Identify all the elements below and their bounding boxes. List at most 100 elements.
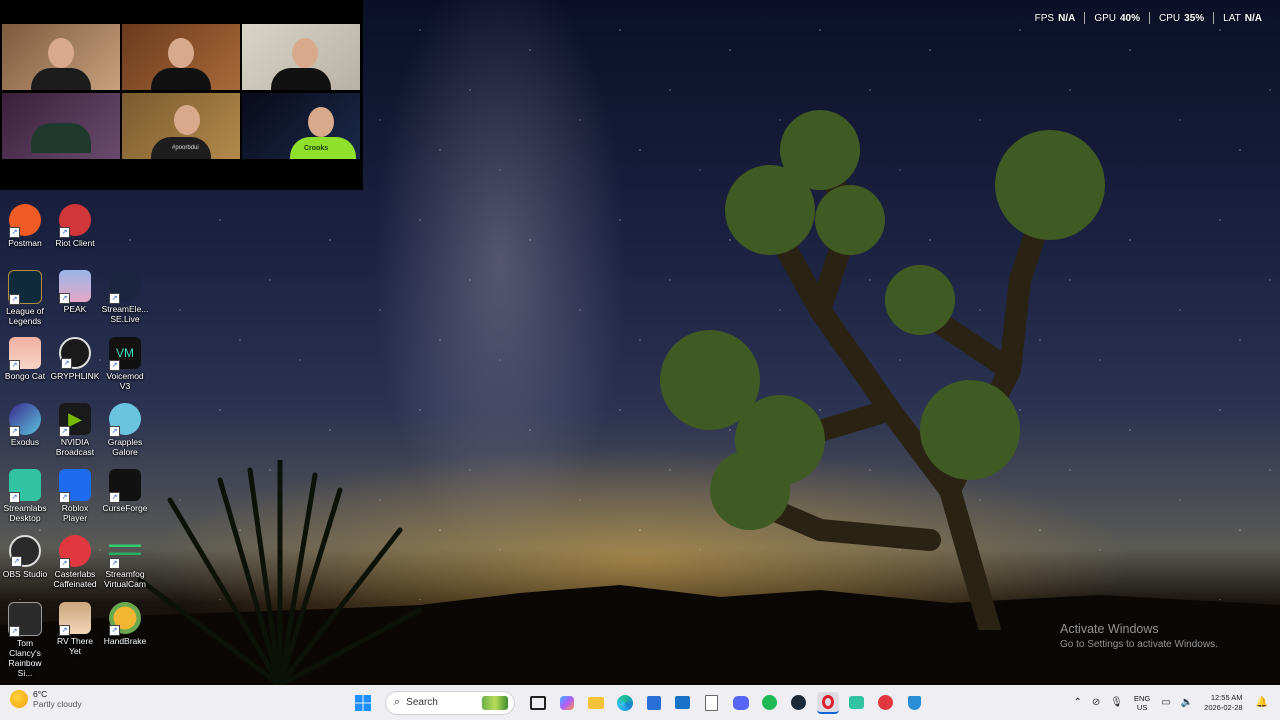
cpu-label: CPU bbox=[1159, 12, 1181, 24]
desktop-icon-label: StreamEle... SE.Live bbox=[101, 304, 149, 324]
lat-value: N/A bbox=[1244, 12, 1262, 24]
webcam-feed bbox=[122, 24, 240, 90]
performance-overlay: FPS N/A GPU 40% CPU 35% LAT N/A bbox=[1035, 12, 1262, 24]
voicemod-icon: VM ↗ bbox=[109, 337, 141, 371]
store-icon bbox=[646, 695, 661, 710]
desktop-icon-handbrake[interactable]: ↗ HandBrake bbox=[100, 602, 150, 646]
desktop-icon-label: PEAK bbox=[63, 304, 87, 314]
shirt-text: Crooks bbox=[304, 145, 329, 152]
gryphlink-icon: ↗ bbox=[59, 337, 91, 369]
webcam-feed: #poorbdui bbox=[122, 93, 240, 159]
system-tray: ⌃ ⊘ 🎙 ENG US ▭ 🔈 12:55 AM 2026-02-28 🔔 bbox=[1069, 685, 1280, 720]
desktop-icon-roblox[interactable]: ↗ Roblox Player bbox=[50, 469, 100, 523]
activate-windows-watermark: Activate Windows Go to Settings to activ… bbox=[1060, 622, 1218, 650]
joshua-tree bbox=[660, 110, 1105, 630]
desktop-icon-nvidia-broadcast[interactable]: ▶ ↗ NVIDIA Broadcast bbox=[50, 403, 100, 457]
desktop-icon-label: Streamfog VirtualCam bbox=[104, 569, 146, 589]
clock-time: 12:55 AM bbox=[1210, 692, 1243, 702]
notification-bell-icon[interactable]: 🔔 bbox=[1256, 697, 1268, 708]
file-explorer-button[interactable] bbox=[585, 692, 607, 714]
display-icon[interactable]: ▭ bbox=[1161, 697, 1170, 708]
opera-button[interactable] bbox=[816, 691, 839, 714]
show-hidden-icons-chevron-icon[interactable]: ⌃ bbox=[1074, 697, 1082, 708]
desktop-icon-label: Exodus bbox=[10, 437, 40, 447]
desktop-icon-voicemod[interactable]: VM ↗ Voicemod V3 bbox=[100, 337, 150, 391]
desktop-icon-peak[interactable]: ↗ PEAK bbox=[50, 270, 100, 314]
desktop-icon-label: CurseForge bbox=[102, 503, 148, 513]
desktop-icon-label: HandBrake bbox=[103, 636, 147, 646]
desktop-icon-grapples-galore[interactable]: ↗ Grapples Galore bbox=[100, 403, 150, 457]
desktop-icon-label: Voicemod V3 bbox=[106, 371, 144, 391]
vpn-button[interactable] bbox=[904, 692, 926, 714]
yucca-plant bbox=[137, 460, 423, 685]
discord-button[interactable] bbox=[730, 692, 752, 714]
windows-logo-icon bbox=[354, 694, 371, 711]
taskbar-apps: ⌕ Search bbox=[348, 689, 929, 716]
shirt-text: #poorbdui bbox=[172, 145, 199, 151]
desktop-icon-curseforge[interactable]: ↗ CurseForge bbox=[100, 469, 150, 513]
microphone-icon[interactable]: 🎙 bbox=[1110, 697, 1123, 708]
language-code: ENG bbox=[1134, 693, 1151, 703]
roblox-icon: ↗ bbox=[59, 469, 91, 503]
grapples-galore-icon: ↗ bbox=[109, 403, 141, 437]
postman-icon: ↗ bbox=[9, 204, 41, 238]
taskbar-search[interactable]: ⌕ Search bbox=[385, 690, 515, 715]
webcam-feed bbox=[2, 93, 120, 159]
search-icon: ⌕ bbox=[394, 696, 401, 708]
outlook-icon bbox=[675, 696, 690, 709]
desktop-icon-label: Postman bbox=[8, 238, 42, 248]
clock[interactable]: 12:55 AM 2026-02-28 bbox=[1204, 693, 1242, 713]
desktop-icon-label: RV There Yet bbox=[56, 636, 94, 656]
clock-date: 2026-02-28 bbox=[1204, 702, 1243, 712]
nvidia-broadcast-icon: ▶ ↗ bbox=[59, 403, 91, 437]
input-language-indicator[interactable]: ENG US bbox=[1134, 694, 1150, 712]
taskbar: 6°C Partly cloudy ⌕ Search ⌃ ⊘ 🎙 ENG US … bbox=[0, 685, 1280, 720]
gpu-value: 40% bbox=[1120, 12, 1141, 24]
edge-button[interactable] bbox=[614, 692, 636, 714]
spotify-icon bbox=[762, 695, 777, 710]
shield-icon bbox=[908, 695, 921, 710]
outlook-button[interactable] bbox=[672, 692, 694, 714]
desktop-icon-rainbow-six[interactable]: ↗ Tom Clancy's Rainbow Si... bbox=[0, 602, 50, 678]
desktop-icon-label: Tom Clancy's Rainbow Si... bbox=[8, 638, 42, 678]
copilot-button[interactable] bbox=[556, 692, 578, 714]
steam-button[interactable] bbox=[788, 692, 810, 714]
desktop-icon-label: League of Legends bbox=[6, 306, 44, 326]
search-highlight-icon bbox=[482, 695, 508, 710]
casterlabs-button[interactable] bbox=[875, 692, 897, 714]
casterlabs-icon bbox=[878, 695, 893, 710]
desktop-icon-gryphlink[interactable]: ↗ GRYPHLINK bbox=[50, 337, 100, 381]
desktop-icon-obs-studio[interactable]: ↗ OBS Studio bbox=[0, 535, 50, 579]
desktop-icon-label: Riot Client bbox=[55, 238, 95, 248]
start-button[interactable] bbox=[352, 692, 374, 714]
desktop-icon-rv-there-yet[interactable]: ↗ RV There Yet bbox=[50, 602, 100, 656]
edge-icon bbox=[616, 694, 633, 711]
store-button[interactable] bbox=[643, 692, 665, 714]
task-view-button[interactable] bbox=[527, 692, 549, 714]
opera-icon bbox=[821, 694, 834, 709]
folder-icon bbox=[587, 696, 604, 709]
desktop-icon-streamelements[interactable]: ↗ StreamEle... SE.Live bbox=[100, 270, 150, 324]
streamlabs-icon: ↗ bbox=[9, 469, 41, 503]
spotify-button[interactable] bbox=[759, 692, 781, 714]
notepad-button[interactable] bbox=[701, 692, 723, 714]
streamelements-icon: ↗ bbox=[109, 270, 141, 304]
riot-client-icon: ↗ bbox=[59, 204, 91, 238]
volume-icon[interactable]: 🔈 bbox=[1181, 697, 1193, 708]
gpu-label: GPU bbox=[1094, 12, 1116, 24]
desktop-icon-exodus[interactable]: ↗ Exodus bbox=[0, 403, 50, 447]
curseforge-icon: ↗ bbox=[109, 469, 141, 503]
fps-value: N/A bbox=[1058, 12, 1076, 24]
streamlabs-button[interactable] bbox=[846, 692, 868, 714]
desktop-icon-casterlabs[interactable]: ↗ Casterlabs Caffeinated bbox=[50, 535, 100, 589]
desktop-icon-streamfog[interactable]: ↗ Streamfog VirtualCam bbox=[100, 535, 150, 589]
desktop-icon-label: Casterlabs Caffeinated bbox=[53, 569, 97, 589]
network-status-icon[interactable]: ⊘ bbox=[1092, 697, 1100, 708]
desktop-icon-riot-client[interactable]: ↗ Riot Client bbox=[50, 204, 100, 248]
desktop-icon-streamlabs[interactable]: ↗ Streamlabs Desktop bbox=[0, 469, 50, 523]
desktop-icon-bongo-cat[interactable]: ↗ Bongo Cat bbox=[0, 337, 50, 381]
desktop-icon-postman[interactable]: ↗ Postman bbox=[0, 204, 50, 248]
task-view-icon bbox=[529, 695, 546, 710]
weather-widget[interactable]: 6°C Partly cloudy bbox=[10, 689, 82, 709]
desktop-icon-league-of-legends[interactable]: ↗ League of Legends bbox=[0, 270, 50, 326]
